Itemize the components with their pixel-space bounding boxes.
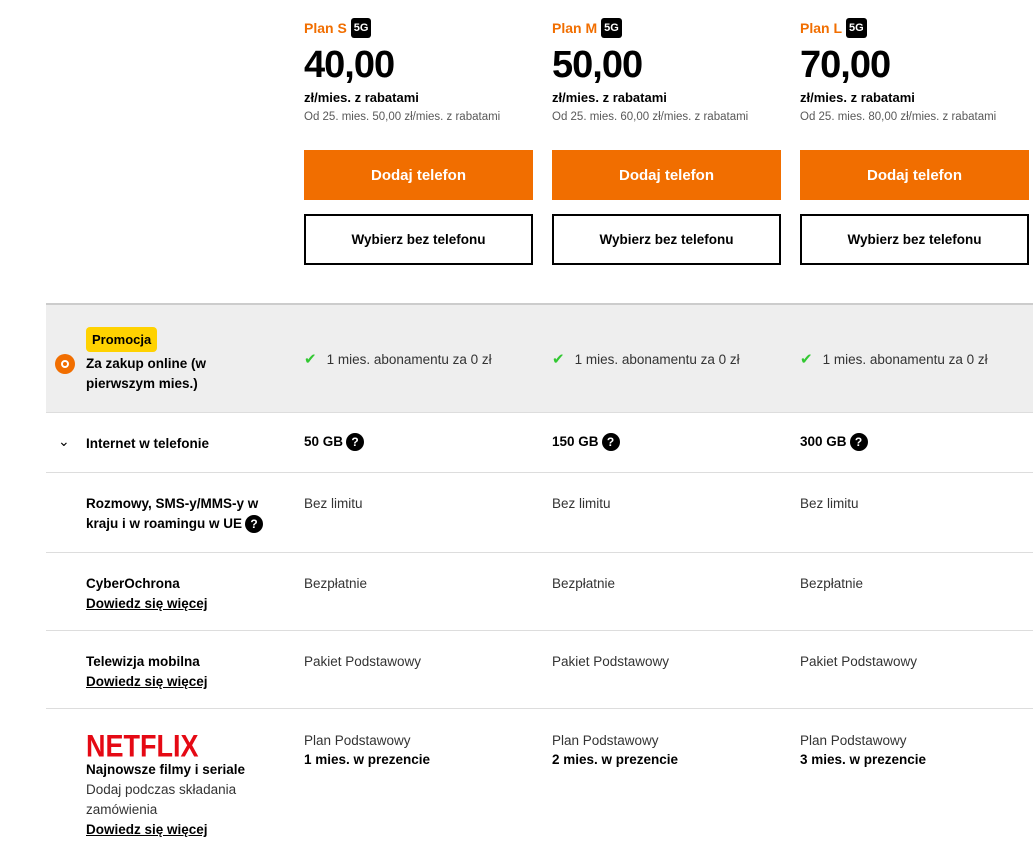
netflix-gift: 3 mies. w prezencie <box>800 752 927 767</box>
5g-badge: 5G <box>846 18 867 38</box>
promo-icon <box>55 354 75 374</box>
promo-value: ✔ 1 mies. abonamentu za 0 zł <box>800 350 988 369</box>
add-phone-button[interactable]: Dodaj telefon <box>552 150 781 200</box>
internet-label: Internet w telefonie <box>86 436 210 451</box>
plan-name-row: Plan L 5G <box>800 16 867 40</box>
netflix-plan: Plan Podstawowy <box>304 733 411 748</box>
plan-name: Plan M <box>552 20 598 36</box>
netflix-value: Plan Podstawowy 2 mies. w prezencie <box>552 731 678 769</box>
internet-value-text: 50 GB <box>304 434 344 449</box>
choose-without-phone-button[interactable]: Wybierz bez telefonu <box>304 214 533 265</box>
cyber-label: CyberOchrona <box>86 576 180 591</box>
tv-value: Pakiet Podstawowy <box>800 654 918 669</box>
netflix-gift: 1 mies. w prezencie <box>304 752 431 767</box>
netflix-value: Plan Podstawowy 3 mies. w prezencie <box>800 731 926 769</box>
internet-value-text: 300 GB <box>800 434 847 449</box>
add-phone-button[interactable]: Dodaj telefon <box>800 150 1029 200</box>
internet-row: ⌄ Internet w telefonie 50 GB? 150 GB? 30… <box>46 413 1033 473</box>
plan-price: 50,00 <box>552 44 643 86</box>
plan-name: Plan L <box>800 20 843 36</box>
promo-value-text: 1 mies. abonamentu za 0 zł <box>326 352 492 367</box>
internet-value: 150 GB? <box>552 432 620 452</box>
cyber-row: CyberOchrona Dowiedz się więcej Bezpłatn… <box>46 553 1033 631</box>
price-later: Od 25. mies. 50,00 zł/mies. z rabatami <box>304 111 501 123</box>
promo-value: ✔ 1 mies. abonamentu za 0 zł <box>304 350 492 369</box>
internet-value: 300 GB? <box>800 432 868 452</box>
price-unit: zł/mies. z rabatami <box>800 90 915 105</box>
netflix-subtext: Dodaj podczas składania zamówienia <box>86 782 237 817</box>
plan-name-row: Plan M 5G <box>552 16 622 40</box>
learn-more-link[interactable]: Dowiedz się więcej <box>86 594 286 614</box>
tv-label-block: Telewizja mobilna Dowiedz się więcej <box>86 652 286 692</box>
calls-label: Rozmowy, SMS-y/MMS-y w kraju i w roaming… <box>86 494 281 534</box>
plan-name-row: Plan S 5G <box>304 16 372 40</box>
cyber-value: Bezpłatnie <box>800 576 864 591</box>
plan-price: 40,00 <box>304 44 395 86</box>
internet-value: 50 GB? <box>304 432 365 452</box>
netflix-value: Plan Podstawowy 1 mies. w prezencie <box>304 731 430 769</box>
calls-row: Rozmowy, SMS-y/MMS-y w kraju i w roaming… <box>46 473 1033 553</box>
cyber-value: Bezpłatnie <box>304 576 368 591</box>
netflix-row: NETFLIX Najnowsze filmy i seriale Dodaj … <box>46 709 1033 843</box>
learn-more-link[interactable]: Dowiedz się więcej <box>86 820 276 840</box>
plan-price: 70,00 <box>800 44 891 86</box>
learn-more-link[interactable]: Dowiedz się więcej <box>86 672 286 692</box>
cyber-label-block: CyberOchrona Dowiedz się więcej <box>86 574 286 614</box>
price-unit: zł/mies. z rabatami <box>552 90 667 105</box>
promo-row: Promocja Za zakup online (w pierwszym mi… <box>46 305 1033 413</box>
promo-value-text: 1 mies. abonamentu za 0 zł <box>574 352 740 367</box>
help-icon[interactable]: ? <box>245 515 264 534</box>
check-icon: ✔ <box>552 351 565 368</box>
price-later: Od 25. mies. 80,00 zł/mies. z rabatami <box>800 111 997 123</box>
promo-value: ✔ 1 mies. abonamentu za 0 zł <box>552 350 740 369</box>
tv-value: Pakiet Podstawowy <box>304 654 422 669</box>
5g-badge: 5G <box>601 18 622 38</box>
tv-value: Pakiet Podstawowy <box>552 654 670 669</box>
promo-value-text: 1 mies. abonamentu za 0 zł <box>822 352 988 367</box>
chevron-down-icon[interactable]: ⌄ <box>58 433 70 450</box>
calls-label-text: Rozmowy, SMS-y/MMS-y w kraju i w roaming… <box>86 496 259 531</box>
help-icon[interactable]: ? <box>601 433 620 452</box>
tv-label: Telewizja mobilna <box>86 654 200 669</box>
tv-row: Telewizja mobilna Dowiedz się więcej Pak… <box>46 631 1033 709</box>
netflix-label: Najnowsze filmy i seriale <box>86 762 246 777</box>
price-unit: zł/mies. z rabatami <box>304 90 419 105</box>
calls-value: Bez limitu <box>800 496 859 511</box>
netflix-plan: Plan Podstawowy <box>800 733 907 748</box>
netflix-gift: 2 mies. w prezencie <box>552 752 679 767</box>
calls-value: Bez limitu <box>304 496 363 511</box>
calls-value: Bez limitu <box>552 496 611 511</box>
plan-name: Plan S <box>304 20 347 36</box>
choose-without-phone-button[interactable]: Wybierz bez telefonu <box>552 214 781 265</box>
price-later: Od 25. mies. 60,00 zł/mies. z rabatami <box>552 111 749 123</box>
netflix-label-block: Najnowsze filmy i seriale Dodaj podczas … <box>86 760 276 840</box>
add-phone-button[interactable]: Dodaj telefon <box>304 150 533 200</box>
cyber-value: Bezpłatnie <box>552 576 616 591</box>
choose-without-phone-button[interactable]: Wybierz bez telefonu <box>800 214 1029 265</box>
netflix-plan: Plan Podstawowy <box>552 733 659 748</box>
help-icon[interactable]: ? <box>346 433 365 452</box>
promo-badge: Promocja <box>86 327 158 352</box>
help-icon[interactable]: ? <box>849 433 868 452</box>
check-icon: ✔ <box>800 351 813 368</box>
check-icon: ✔ <box>304 351 317 368</box>
promo-label: Za zakup online (w pierwszym mies.) <box>86 356 207 391</box>
internet-value-text: 150 GB <box>552 434 599 449</box>
5g-badge: 5G <box>350 18 372 38</box>
